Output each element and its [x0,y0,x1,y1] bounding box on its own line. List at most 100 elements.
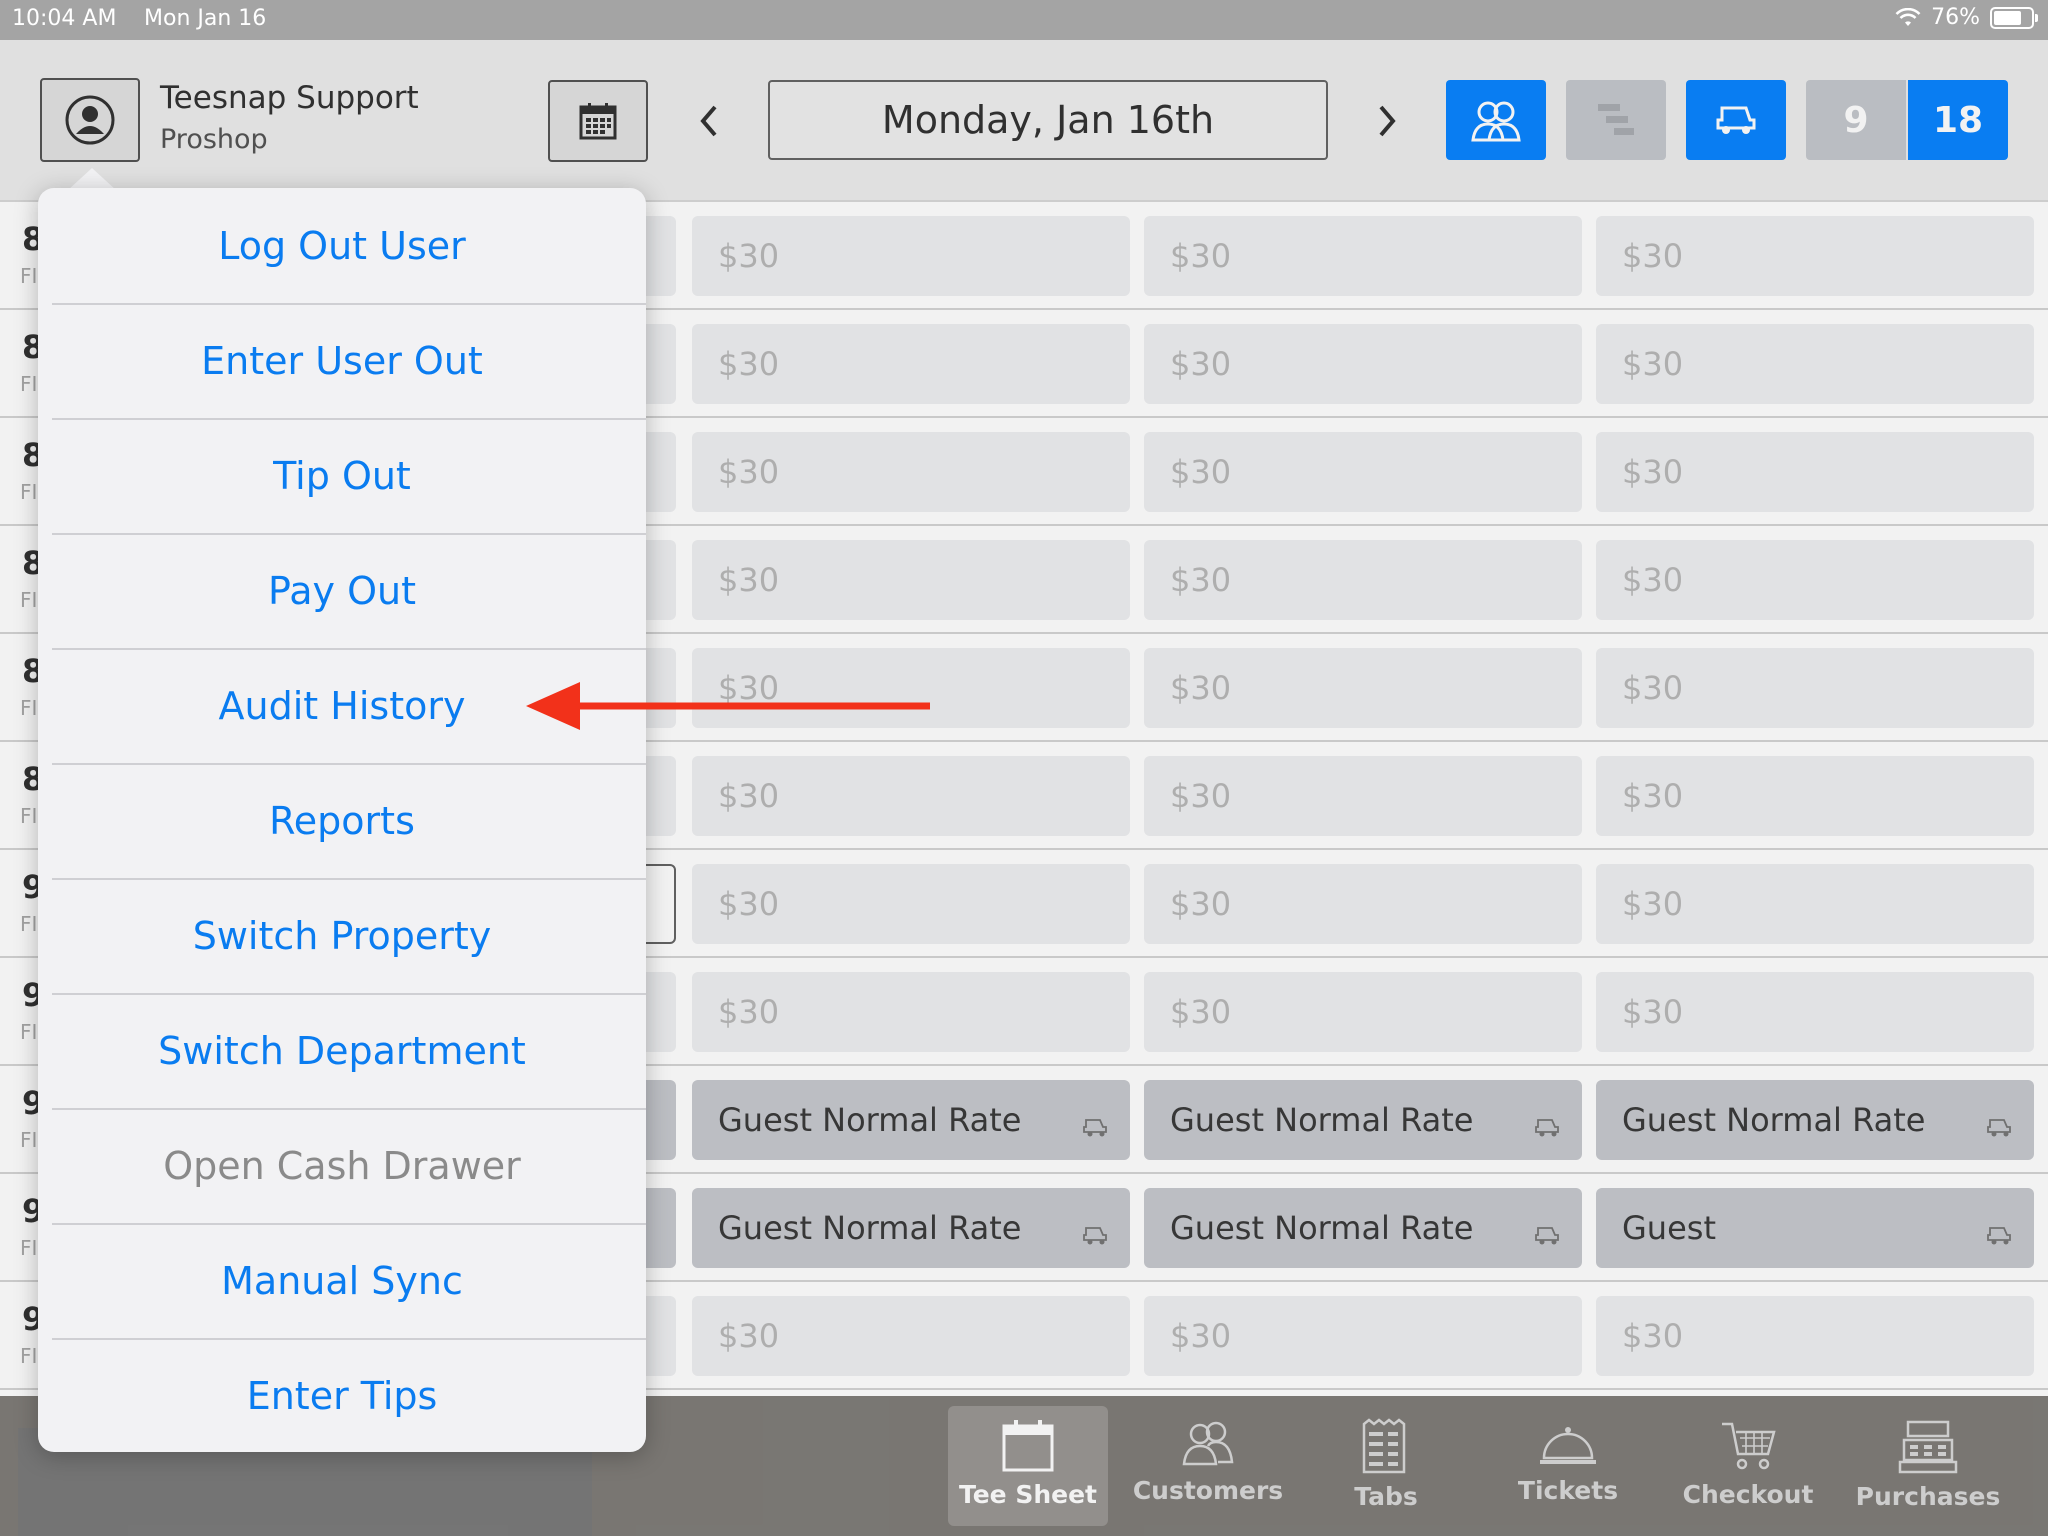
list-icon [1362,1418,1406,1474]
tee-slot-label: Guest Normal Rate [718,1209,1022,1247]
tab-purchases[interactable]: Purchases [1848,1406,2008,1526]
list-view-button[interactable] [1566,80,1666,160]
tee-slot[interactable]: $30 [692,216,1130,296]
tee-slot[interactable]: $30 [1596,972,2034,1052]
tee-time-sublabel: FI [20,480,38,504]
menu-item-switch-property[interactable]: Switch Property [38,878,646,993]
status-date: Mon Jan 16 [144,6,267,31]
tee-slot-label: Guest Normal Rate [1170,1209,1474,1247]
tee-slot[interactable]: Guest Normal Rate [1144,1080,1582,1160]
chevron-right-icon [1379,105,1396,137]
tee-slot-label: $30 [1622,885,1684,923]
header: Teesnap Support Proshop Monday, Jan 16th [0,40,2048,202]
tee-slot[interactable]: Guest Normal Rate [1596,1080,2034,1160]
tab-tabs[interactable]: Tabs [1306,1406,1466,1526]
menu-item-reports[interactable]: Reports [38,763,646,878]
next-day-button[interactable] [1362,96,1412,146]
tee-slot[interactable]: $30 [692,972,1130,1052]
tee-slot[interactable]: Guest Normal Rate [1144,1188,1600,1268]
tee-slot[interactable]: $30 [1596,540,2034,620]
tee-slot[interactable]: $30 [1596,216,2034,296]
tee-slot-label: $30 [1622,1317,1684,1355]
people-icon [1471,101,1521,142]
tee-slot[interactable]: $30 [1144,324,1582,404]
tee-slot[interactable]: $30 [1144,972,1582,1052]
golf-cart-icon [1535,1119,1559,1137]
tee-slot[interactable]: Guest Normal Rate [692,1080,1130,1160]
previous-day-button[interactable] [684,96,734,146]
menu-item-open-cash-drawer: Open Cash Drawer [163,1143,521,1188]
tee-slot-label: $30 [1170,561,1232,599]
tee-time-sublabel: FI [20,588,38,612]
players-view-button[interactable] [1446,80,1546,160]
golf-cart-icon [1987,1227,2011,1245]
tee-slot[interactable]: $30 [1144,216,1582,296]
status-bar: 10:04 AM Mon Jan 16 76% [0,0,2048,40]
tab-label: Customers [1132,1476,1284,1505]
user-menu-button[interactable] [40,78,140,162]
menu-item-log-out-user[interactable]: Log Out User [38,188,646,303]
tab-label: Tee Sheet [958,1480,1097,1509]
eighteen-holes-button[interactable]: 18 [1908,80,2008,160]
tee-slot[interactable]: $30 [1144,540,1582,620]
tee-slot[interactable]: $30 [1596,1296,2034,1376]
golf-cart-icon [1535,1227,1559,1245]
golf-cart-icon [1716,106,1756,134]
golf-cart-icon [1987,1119,2011,1137]
tab-tickets[interactable]: Tickets [1488,1406,1648,1526]
user-department: Proshop [160,124,268,155]
tee-slot-label: $30 [1170,993,1232,1031]
user-menu-popover: Log Out User Enter User Out Tip Out Pay Out… [38,188,646,1452]
tee-slot[interactable]: $30 [692,864,1130,944]
stacked-bars-icon [1598,104,1634,135]
calendar-icon [579,103,617,140]
menu-item-pay-out[interactable]: Pay Out [38,533,646,648]
menu-item-enter-user-out[interactable]: Enter User Out [38,303,646,418]
wifi-icon [1895,7,1921,26]
cloche-icon [1540,1427,1596,1464]
tee-slot-label: $30 [1622,345,1684,383]
tee-slot-label: Guest Normal Rate [1170,1101,1474,1139]
tee-slot[interactable]: $30 [1596,756,2034,836]
tee-slot[interactable]: $30 [1144,864,1582,944]
tab-customers[interactable]: Customers [1128,1406,1288,1526]
tee-slot-label: $30 [1170,237,1232,275]
tee-slot[interactable]: $30 [1144,432,1582,512]
tee-slot[interactable]: $30 [1596,432,2034,512]
golf-cart-icon [1083,1119,1107,1137]
tee-slot[interactable]: $30 [692,1296,1130,1376]
menu-item-switch-department[interactable]: Switch Department [38,993,646,1108]
tee-slot[interactable]: Guest Normal Rate [692,1188,1130,1268]
tee-slot-label: Guest Normal Rate [1622,1101,1926,1139]
tee-slot-label: $30 [1622,669,1684,707]
tee-time-sublabel: FI [20,912,38,936]
cart-view-button[interactable] [1686,80,1786,160]
chevron-left-icon [700,105,717,137]
tee-slot[interactable]: $30 [692,756,1130,836]
date-selector[interactable]: Monday, Jan 16th [768,80,1328,160]
tee-slot[interactable]: $30 [1144,1296,1582,1376]
cart-icon [1722,1422,1776,1470]
user-name: Teesnap Support [160,80,419,116]
tee-slot[interactable]: $30 [1596,648,2034,728]
nine-holes-button[interactable]: 9 [1806,80,1906,160]
battery-icon [1990,6,2038,29]
tee-slot[interactable]: $30 [692,324,1130,404]
tee-slot[interactable]: $30 [1596,864,2034,944]
menu-item-tip-out[interactable]: Tip Out [38,418,646,533]
tee-slot[interactable]: $30 [692,540,1130,620]
tee-slot-label: $30 [718,993,780,1031]
tee-slot[interactable]: Guest [1596,1188,2034,1268]
tab-checkout[interactable]: Checkout [1668,1406,1828,1526]
menu-item-manual-sync[interactable]: Manual Sync [38,1223,646,1338]
calendar-button[interactable] [548,80,648,162]
tee-slot[interactable]: $30 [1144,648,1582,728]
tee-slot-label: $30 [1622,453,1684,491]
tee-time-sublabel: FI [20,1344,38,1368]
tee-slot[interactable]: $30 [692,432,1130,512]
tee-slot[interactable]: $30 [1596,324,2034,404]
menu-item-enter-tips[interactable]: Enter Tips [38,1338,646,1452]
tab-tee-sheet[interactable]: Tee Sheet [948,1406,1108,1526]
user-avatar-icon [65,95,115,145]
tee-slot[interactable]: $30 [1144,756,1582,836]
